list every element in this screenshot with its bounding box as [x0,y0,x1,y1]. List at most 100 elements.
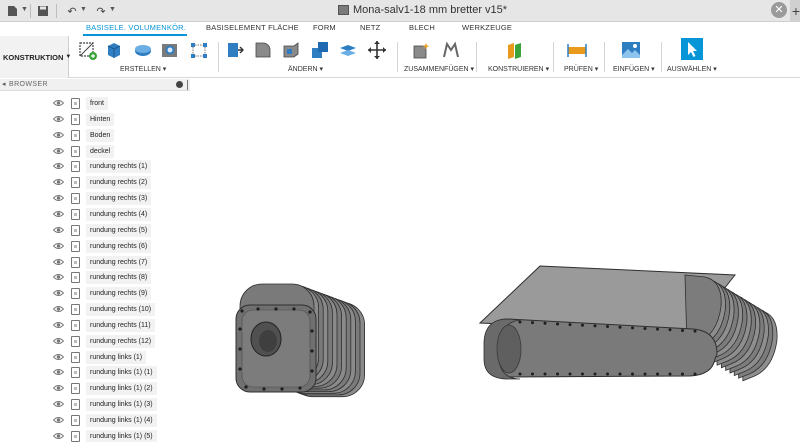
small-rounded-part[interactable] [235,283,365,398]
visibility-eye-icon[interactable] [53,400,64,408]
browser-item-label: rundung rechts (6) [86,239,152,253]
visibility-eye-icon[interactable] [53,210,64,218]
browser-title: BROWSER [9,81,48,88]
visibility-eye-icon[interactable] [53,321,64,329]
visibility-eye-icon[interactable] [53,273,64,281]
shell-icon[interactable] [281,40,301,60]
large-rounded-box[interactable] [478,265,778,382]
browser-item-label: front [86,97,109,110]
body-icon [71,319,80,331]
chevron-down-icon[interactable]: ▼ [109,6,116,13]
visibility-eye-icon[interactable] [53,305,64,313]
divider [218,42,219,72]
bolt [581,372,584,376]
group-create-label[interactable]: ERSTELLEN ▾ [120,65,166,73]
bolt [668,372,672,376]
visibility-eye-icon[interactable] [53,384,64,392]
new-component-icon[interactable] [411,40,431,60]
tab-sheet-metal[interactable]: BLECH [409,23,435,32]
joint-icon[interactable] [441,40,461,60]
file-menu-icon[interactable] [4,3,20,19]
offset-plane-icon[interactable] [505,40,525,60]
undo-icon[interactable]: ↶ [64,3,80,19]
tab-tools[interactable]: WERKZEUGE [462,23,512,32]
body-icon [71,161,80,173]
collapse-panel-icon[interactable] [176,81,183,88]
bolt [518,320,522,324]
browser-panel-header[interactable]: ◂ BROWSER [0,79,190,91]
tab-form[interactable]: FORM [313,23,336,32]
visibility-eye-icon[interactable] [53,289,64,297]
collapse-arrow-icon[interactable]: ◂ [2,80,6,88]
body-icon [71,383,80,395]
offset-face-icon[interactable] [338,40,358,60]
body-icon [71,304,80,316]
move-icon[interactable] [367,40,387,60]
bolt [668,328,672,332]
browser-item-label: rundung links (1) (4) [86,414,157,427]
bolt [310,349,314,353]
body-icon [71,272,80,284]
group-inspect-label[interactable]: PRÜFEN ▾ [564,65,598,73]
bolt [656,372,659,376]
group-construct-label[interactable]: KONSTRUIEREN ▾ [488,65,549,73]
tab-solid[interactable]: BASISELE. VOLUMENKÖR. [86,23,186,32]
chevron-down-icon[interactable]: ▼ [80,6,87,13]
divider [397,42,398,72]
document-icon [338,5,349,15]
visibility-eye-icon[interactable] [53,178,64,186]
save-icon[interactable] [35,3,51,19]
revolve-icon[interactable] [133,40,153,60]
press-pull-icon[interactable] [224,40,244,60]
visibility-eye-icon[interactable] [53,258,64,266]
visibility-eye-icon[interactable] [53,194,64,202]
body-icon [71,193,80,205]
chevron-down-icon[interactable]: ▼ [21,6,28,13]
bolt [238,347,242,351]
visibility-eye-icon[interactable] [53,353,64,361]
visibility-eye-icon[interactable] [53,337,64,345]
panel-resize-handle[interactable] [187,80,188,90]
3d-viewport[interactable] [190,79,800,442]
new-tab-icon[interactable]: + [790,0,800,22]
body-icon [71,335,80,347]
visibility-eye-icon[interactable] [53,115,64,123]
fillet-icon[interactable] [253,40,273,60]
tab-surface[interactable]: BASISELEMENT FLÄCHE [206,23,299,32]
insert-image-icon[interactable] [621,40,641,60]
bolt [631,372,634,376]
tab-mesh[interactable]: NETZ [360,23,380,32]
visibility-eye-icon[interactable] [53,226,64,234]
browser-item-label: rundung rechts (7) [86,255,152,269]
browser-item-label: deckel [86,144,115,158]
select-icon[interactable] [680,37,704,61]
group-insert-label[interactable]: EINFÜGEN ▾ [613,65,655,73]
visibility-eye-icon[interactable] [53,131,64,139]
visibility-eye-icon[interactable] [53,416,64,424]
visibility-eye-icon[interactable] [53,432,64,440]
new-sketch-icon[interactable] [78,40,98,60]
close-tab-icon[interactable]: ✕ [771,2,787,18]
divider [661,42,662,72]
redo-icon[interactable]: ↷ [93,3,109,19]
measure-icon[interactable] [567,40,587,60]
bolt [310,329,314,333]
group-assemble-label[interactable]: ZUSAMMENFÜGEN ▾ [404,65,474,73]
visibility-eye-icon[interactable] [53,99,64,107]
title-bar: ▼ ↶ ▼ ↷ ▼ Mona-salv1-18 mm bretter v15* … [0,0,800,22]
visibility-eye-icon[interactable] [53,368,64,376]
combine-icon[interactable] [310,40,330,60]
hole-icon[interactable] [160,40,180,60]
group-modify-label[interactable]: ÄNDERN ▾ [288,65,323,73]
visibility-eye-icon[interactable] [53,147,64,155]
pattern-icon[interactable] [189,40,209,60]
group-select-label[interactable]: AUSWÄHLEN ▾ [667,65,717,73]
browser-item-label: rundung links (1) [86,350,147,364]
visibility-eye-icon[interactable] [53,162,64,170]
bolt [606,372,609,376]
bolt [618,372,622,376]
workspace-switcher[interactable]: KONSTRUKTION ▼ [0,36,71,78]
bolt [643,372,647,376]
extrude-icon[interactable] [104,40,124,60]
visibility-eye-icon[interactable] [53,242,64,250]
